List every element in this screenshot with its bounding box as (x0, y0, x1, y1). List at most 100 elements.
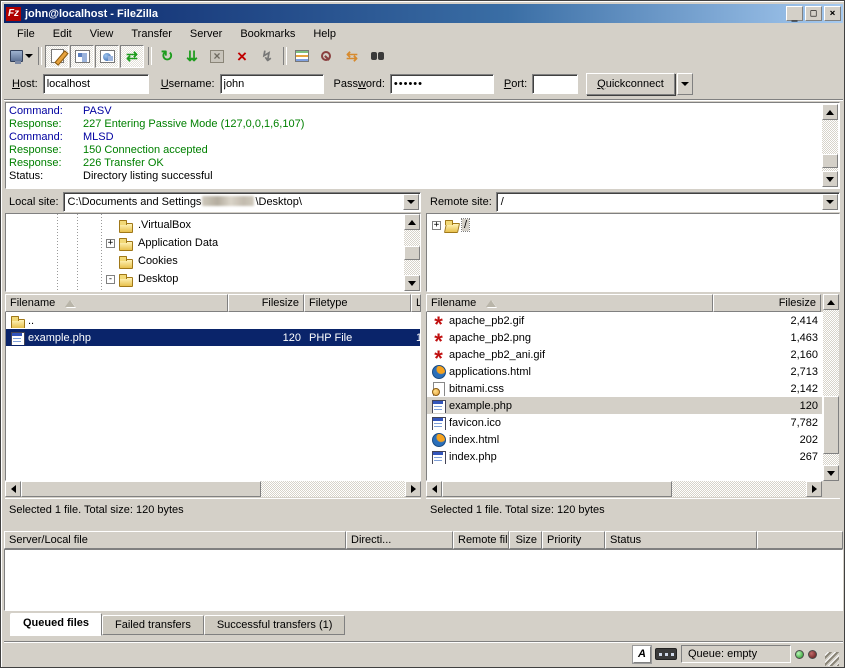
log-scrollbar[interactable] (822, 104, 838, 187)
column-header-filetype[interactable]: Filetype (304, 294, 411, 312)
column-header-status[interactable]: Status (605, 531, 757, 549)
tree-expander[interactable] (106, 239, 115, 248)
toolbar-separator[interactable] (145, 45, 154, 68)
filter-button[interactable] (290, 45, 314, 68)
column-header-priority[interactable]: Priority (542, 531, 605, 549)
file-row[interactable]: .. (6, 312, 420, 329)
toggle-queue-button[interactable] (120, 45, 144, 68)
toggle-remote-tree-button[interactable] (95, 45, 119, 68)
scroll-up-icon[interactable] (404, 214, 420, 230)
tree-item[interactable]: Cookies (6, 252, 403, 270)
scroll-up-icon[interactable] (822, 104, 838, 120)
menu-item[interactable]: Transfer (122, 26, 181, 42)
file-row[interactable]: apache_pb2.gif 2,414 (427, 312, 822, 329)
toolbar-separator[interactable] (35, 45, 44, 68)
scrollbar-thumb[interactable] (21, 481, 261, 497)
remote-site-combobox[interactable]: / (496, 192, 840, 212)
local-tree-scrollbar[interactable] (404, 214, 420, 291)
column-header-direction[interactable]: Directi... (346, 531, 453, 549)
scrollbar-thumb[interactable] (442, 481, 672, 497)
menu-item[interactable]: Bookmarks (231, 26, 304, 42)
file-row[interactable]: applications.html 2,713 (427, 363, 822, 380)
scroll-down-icon[interactable] (823, 465, 839, 481)
quickconnect-button[interactable]: Quickconnect (586, 73, 675, 95)
column-header-filename[interactable]: Filename (5, 294, 228, 312)
keypad-badge-icon (655, 648, 677, 660)
port-label: Port: (504, 78, 527, 90)
menu-item[interactable]: Edit (44, 26, 81, 42)
folder-icon (118, 272, 133, 286)
tree-item[interactable]: / (427, 216, 837, 234)
host-input[interactable] (43, 74, 149, 94)
chevron-down-icon[interactable] (822, 194, 838, 210)
queue-tab[interactable]: Successful transfers (1) (204, 615, 346, 635)
menu-item[interactable]: View (81, 26, 123, 42)
password-input[interactable] (390, 74, 494, 94)
toggle-message-log-button[interactable] (45, 45, 69, 68)
tree-item[interactable]: Desktop (6, 270, 403, 288)
file-row[interactable]: apache_pb2_ani.gif 2,160 (427, 346, 822, 363)
menu-item[interactable]: File (8, 26, 44, 42)
toolbar-separator[interactable] (280, 45, 289, 68)
synchronized-browsing-button[interactable] (340, 45, 364, 68)
chevron-down-icon[interactable] (23, 45, 34, 68)
file-row[interactable]: bitnami.css 2,142 (427, 380, 822, 397)
find-files-button[interactable] (365, 45, 389, 68)
chevron-down-icon[interactable] (403, 194, 419, 210)
file-row[interactable]: example.php 120 (427, 397, 822, 414)
file-row[interactable]: favicon.ico 7,782 (427, 414, 822, 431)
remote-hscrollbar[interactable] (426, 481, 822, 497)
tree-expander[interactable] (106, 275, 115, 284)
column-header-filesize[interactable]: Filesize (713, 294, 821, 312)
cancel-operation-button[interactable] (205, 45, 229, 68)
refresh-button[interactable] (155, 45, 179, 68)
file-row[interactable]: index.php 267 (427, 448, 822, 465)
tree-item[interactable]: .VirtualBox (6, 216, 403, 234)
scroll-right-icon[interactable] (806, 481, 822, 497)
column-header-serverlocal[interactable]: Server/Local file (4, 531, 346, 549)
local-hscrollbar[interactable] (5, 481, 421, 497)
menu-item[interactable]: Help (304, 26, 345, 42)
quickconnect-dropdown[interactable] (677, 73, 693, 95)
maximize-button[interactable]: □ (805, 6, 822, 21)
scroll-left-icon[interactable] (426, 481, 442, 497)
app-icon: Fz (6, 7, 21, 21)
scroll-down-icon[interactable] (822, 171, 838, 187)
port-input[interactable] (532, 74, 578, 94)
file-row[interactable]: example.php 120 PHP File 1 (6, 329, 420, 346)
scroll-right-icon[interactable] (405, 481, 421, 497)
column-header-remotefile[interactable]: Remote file (453, 531, 509, 549)
toggle-local-tree-button[interactable] (70, 45, 94, 68)
scrollbar-thumb[interactable] (822, 154, 838, 168)
queue-list[interactable] (4, 549, 843, 611)
tree-item[interactable]: Application Data (6, 234, 403, 252)
scroll-down-icon[interactable] (404, 275, 420, 291)
resize-grip[interactable] (825, 652, 839, 666)
tree-expander[interactable] (432, 221, 441, 230)
title-bar[interactable]: Fz john@localhost - FileZilla _ □ × (4, 4, 843, 23)
scrollbar-thumb[interactable] (404, 246, 420, 260)
close-button[interactable]: × (824, 6, 841, 21)
queue-tab[interactable]: Failed transfers (102, 615, 204, 635)
column-header-size[interactable]: Size (509, 531, 542, 549)
minimize-button[interactable]: _ (786, 6, 803, 21)
column-header-lastmodified[interactable]: L (411, 294, 421, 312)
disconnect-button[interactable] (230, 45, 254, 68)
local-status-text: Selected 1 file. Total size: 120 bytes (5, 498, 421, 520)
scroll-up-icon[interactable] (823, 294, 839, 310)
site-manager-button[interactable] (10, 45, 34, 68)
file-row[interactable]: apache_pb2.png 1,463 (427, 329, 822, 346)
scroll-left-icon[interactable] (5, 481, 21, 497)
column-header-filename[interactable]: Filename (426, 294, 713, 312)
local-site-combobox[interactable]: C:\Documents and Settings\Desktop\ (63, 192, 421, 212)
reconnect-button[interactable] (255, 45, 279, 68)
remote-list-scrollbar[interactable] (823, 294, 839, 481)
process-queue-button[interactable] (180, 45, 204, 68)
column-header-filesize[interactable]: Filesize (228, 294, 304, 312)
scrollbar-thumb[interactable] (823, 396, 839, 454)
file-row[interactable]: index.html 202 (427, 431, 822, 448)
menu-item[interactable]: Server (181, 26, 231, 42)
directory-comparison-button[interactable] (315, 45, 339, 68)
username-input[interactable] (220, 74, 324, 94)
queue-tab[interactable]: Queued files (10, 613, 102, 636)
